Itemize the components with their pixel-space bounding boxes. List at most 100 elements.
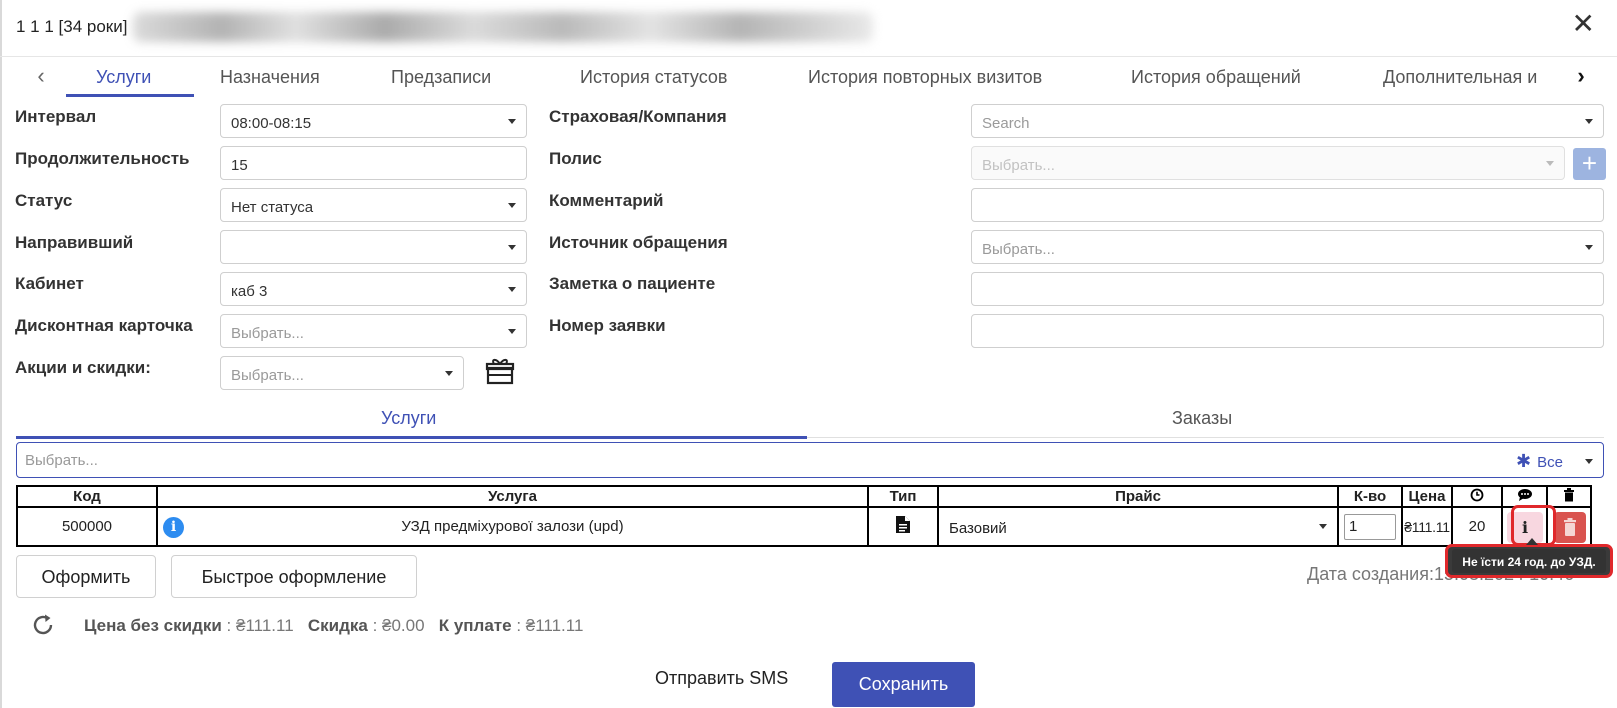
tab-bar: ‹ Услуги Назначения Предзаписи История с… bbox=[0, 56, 1617, 97]
interval-value: 08:00-08:15 bbox=[231, 115, 312, 132]
tab-prebookings[interactable]: Предзаписи bbox=[391, 57, 491, 95]
col-type: Тип bbox=[867, 485, 939, 508]
source-placeholder: Выбрать... bbox=[982, 241, 1055, 258]
price-without-discount-value: ₴111.11 bbox=[236, 616, 294, 635]
referrer-select[interactable] bbox=[220, 230, 527, 264]
comment-label: Комментарий bbox=[549, 191, 664, 210]
chevron-down-icon bbox=[508, 287, 516, 292]
interval-select[interactable]: 08:00-08:15 bbox=[220, 104, 527, 138]
tooltip-arrow bbox=[1526, 538, 1538, 545]
tooltip-text: Не їсти 24 год. до УЗД. bbox=[1452, 549, 1606, 573]
cell-service: i УЗД предміхурової залози (upd) bbox=[156, 506, 869, 547]
services-table: Код Услуга Тип Прайс К-во Цена 500000 i … bbox=[16, 485, 1592, 547]
cabinet-select[interactable]: каб 3 bbox=[220, 272, 527, 306]
clock-icon bbox=[1470, 488, 1484, 501]
checkout-button[interactable]: Оформить bbox=[16, 555, 156, 598]
interval-label: Интервал bbox=[15, 107, 97, 126]
quantity-input[interactable]: 1 bbox=[1344, 514, 1396, 540]
send-sms-button[interactable]: Отправить SMS bbox=[655, 668, 788, 689]
trash-icon bbox=[1564, 487, 1574, 501]
chevron-down-icon bbox=[1585, 459, 1593, 464]
refresh-icon[interactable] bbox=[30, 612, 56, 638]
col-code: Код bbox=[16, 485, 158, 508]
add-policy-button[interactable]: + bbox=[1573, 148, 1606, 180]
tab-active-indicator bbox=[66, 94, 194, 97]
chevron-down-icon bbox=[445, 371, 453, 376]
cell-price: ₴111.11 bbox=[1401, 506, 1453, 547]
chevron-down-icon bbox=[508, 119, 516, 124]
gift-icon[interactable] bbox=[485, 356, 515, 386]
policy-placeholder: Выбрать... bbox=[982, 157, 1055, 174]
insurance-select[interactable]: Search bbox=[971, 104, 1604, 138]
price-without-discount-label: Цена без скидки bbox=[84, 616, 222, 635]
quantity-value: 1 bbox=[1349, 518, 1358, 535]
cell-duration: 20 bbox=[1451, 506, 1503, 547]
tab-services[interactable]: Услуги bbox=[96, 57, 151, 95]
request-number-label: Номер заявки bbox=[549, 316, 666, 335]
tab-strip: Услуги Назначения Предзаписи История ста… bbox=[60, 57, 1556, 97]
service-filter-select[interactable]: ✱ Все bbox=[1516, 443, 1563, 481]
col-price: Цена bbox=[1401, 485, 1453, 508]
discount-value: ₴0.00 bbox=[382, 616, 425, 635]
close-icon[interactable]: ✕ bbox=[1572, 8, 1595, 40]
col-note bbox=[1501, 485, 1548, 508]
col-price-list: Прайс bbox=[937, 485, 1339, 508]
delete-service-button[interactable] bbox=[1554, 512, 1586, 543]
promotions-select[interactable]: Выбрать... bbox=[220, 356, 464, 390]
tab-requests-history[interactable]: История обращений bbox=[1131, 57, 1301, 95]
service-filter-value: Все bbox=[1537, 454, 1563, 471]
col-service: Услуга bbox=[156, 485, 869, 508]
table-header-row: Код Услуга Тип Прайс К-во Цена bbox=[16, 485, 1592, 508]
col-qty: К-во bbox=[1337, 485, 1403, 508]
window-left-edge bbox=[0, 0, 2, 708]
duration-input[interactable]: 15 bbox=[220, 146, 527, 180]
insurance-placeholder: Search bbox=[982, 115, 1030, 132]
to-pay-label: К уплате bbox=[438, 616, 512, 635]
quick-checkout-button[interactable]: Быстрое оформление bbox=[171, 555, 417, 598]
price-list-select[interactable]: Базовий bbox=[943, 512, 1333, 542]
policy-select[interactable]: Выбрать... bbox=[971, 146, 1565, 180]
referrer-label: Направивший bbox=[15, 233, 134, 252]
comment-icon bbox=[1517, 488, 1532, 501]
status-label: Статус bbox=[15, 191, 73, 210]
dialog-titlebar: 1 1 1 [34 роки] ✕ bbox=[0, 0, 1617, 52]
source-label: Источник обращения bbox=[549, 233, 728, 252]
col-delete bbox=[1546, 485, 1592, 508]
inner-tab-orders[interactable]: Заказы bbox=[1172, 408, 1232, 429]
discount-card-placeholder: Выбрать... bbox=[231, 325, 304, 342]
created-date-label: Дата создания: bbox=[1307, 564, 1434, 584]
discount-card-label: Дисконтная карточка bbox=[15, 316, 193, 335]
to-pay-value: ₴111.11 bbox=[525, 616, 584, 635]
chevron-down-icon bbox=[508, 329, 516, 334]
chevron-down-icon bbox=[1546, 161, 1554, 166]
inner-tab-active-indicator bbox=[16, 436, 807, 439]
tab-status-history[interactable]: История статусов bbox=[580, 57, 727, 95]
chevron-down-icon bbox=[508, 245, 516, 250]
comment-input[interactable] bbox=[971, 188, 1604, 222]
info-icon[interactable]: i bbox=[163, 517, 184, 538]
insurance-label: Страховая/Компания bbox=[549, 107, 727, 126]
service-name: УЗД предміхурової залози (upd) bbox=[401, 518, 624, 535]
inner-tab-services[interactable]: Услуги bbox=[381, 408, 436, 429]
source-select[interactable]: Выбрать... bbox=[971, 230, 1604, 264]
promotions-placeholder: Выбрать... bbox=[231, 367, 304, 384]
save-button[interactable]: Сохранить bbox=[832, 662, 975, 707]
patient-note-input[interactable] bbox=[971, 272, 1604, 306]
service-note-tooltip: Не їсти 24 год. до УЗД. bbox=[1445, 538, 1613, 578]
service-search-placeholder: Выбрать... bbox=[25, 452, 98, 469]
tab-scroll-left-icon[interactable]: ‹ bbox=[26, 57, 56, 95]
discount-card-select[interactable]: Выбрать... bbox=[220, 314, 527, 348]
tab-additional-info[interactable]: Дополнительная и bbox=[1383, 57, 1537, 95]
tab-repeat-visits-history[interactable]: История повторных визитов bbox=[808, 57, 1042, 95]
status-select[interactable]: Нет статуса bbox=[220, 188, 527, 222]
discount-label: Скидка bbox=[307, 616, 368, 635]
document-icon[interactable] bbox=[895, 515, 911, 534]
service-search-input[interactable]: Выбрать... ✱ Все bbox=[16, 442, 1604, 478]
tab-appointments[interactable]: Назначения bbox=[220, 57, 320, 95]
duration-value: 15 bbox=[231, 157, 248, 174]
request-number-input[interactable] bbox=[971, 314, 1604, 348]
trash-icon bbox=[1564, 518, 1576, 536]
policy-label: Полис bbox=[549, 149, 602, 168]
cabinet-label: Кабинет bbox=[15, 274, 84, 293]
tab-scroll-right-icon[interactable]: › bbox=[1566, 57, 1596, 95]
